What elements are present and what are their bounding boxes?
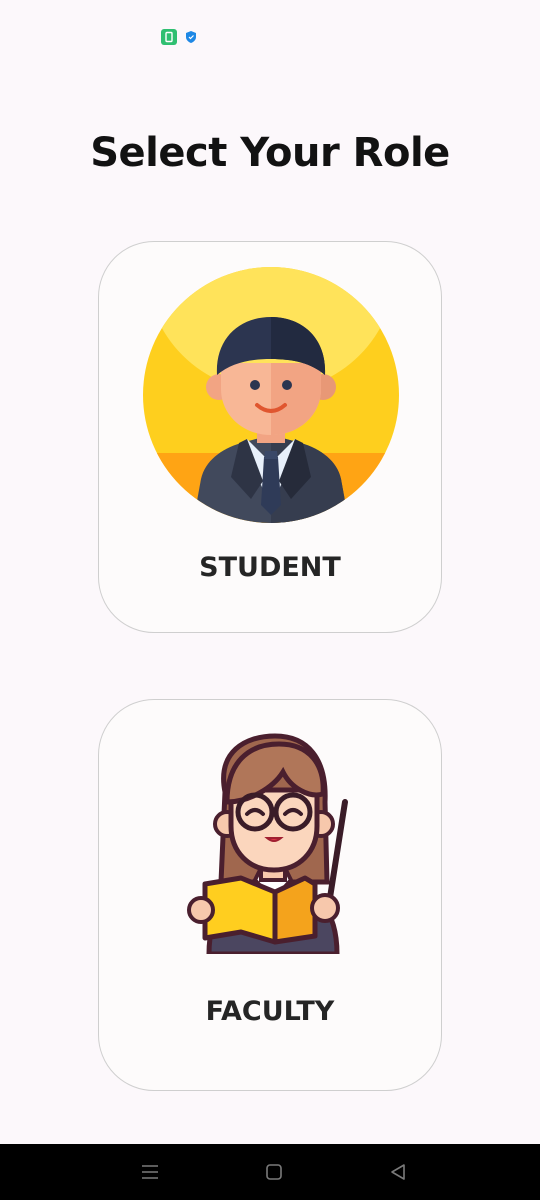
page-title: Select Your Role [90, 130, 450, 176]
student-role-label: STUDENT [199, 552, 341, 583]
back-button[interactable] [390, 1163, 406, 1181]
app-notification-icon [161, 29, 177, 45]
home-button[interactable] [266, 1164, 282, 1180]
teacher-avatar-icon [187, 733, 348, 954]
student-role-card[interactable]: STUDENT [98, 241, 442, 633]
navigation-bar [0, 1144, 540, 1200]
faculty-role-label: FACULTY [205, 996, 335, 1027]
shield-icon [186, 31, 196, 43]
recents-button[interactable] [141, 1164, 159, 1180]
faculty-role-card[interactable]: FACULTY [98, 699, 442, 1091]
student-avatar-icon [143, 267, 399, 523]
status-bar [0, 0, 540, 70]
